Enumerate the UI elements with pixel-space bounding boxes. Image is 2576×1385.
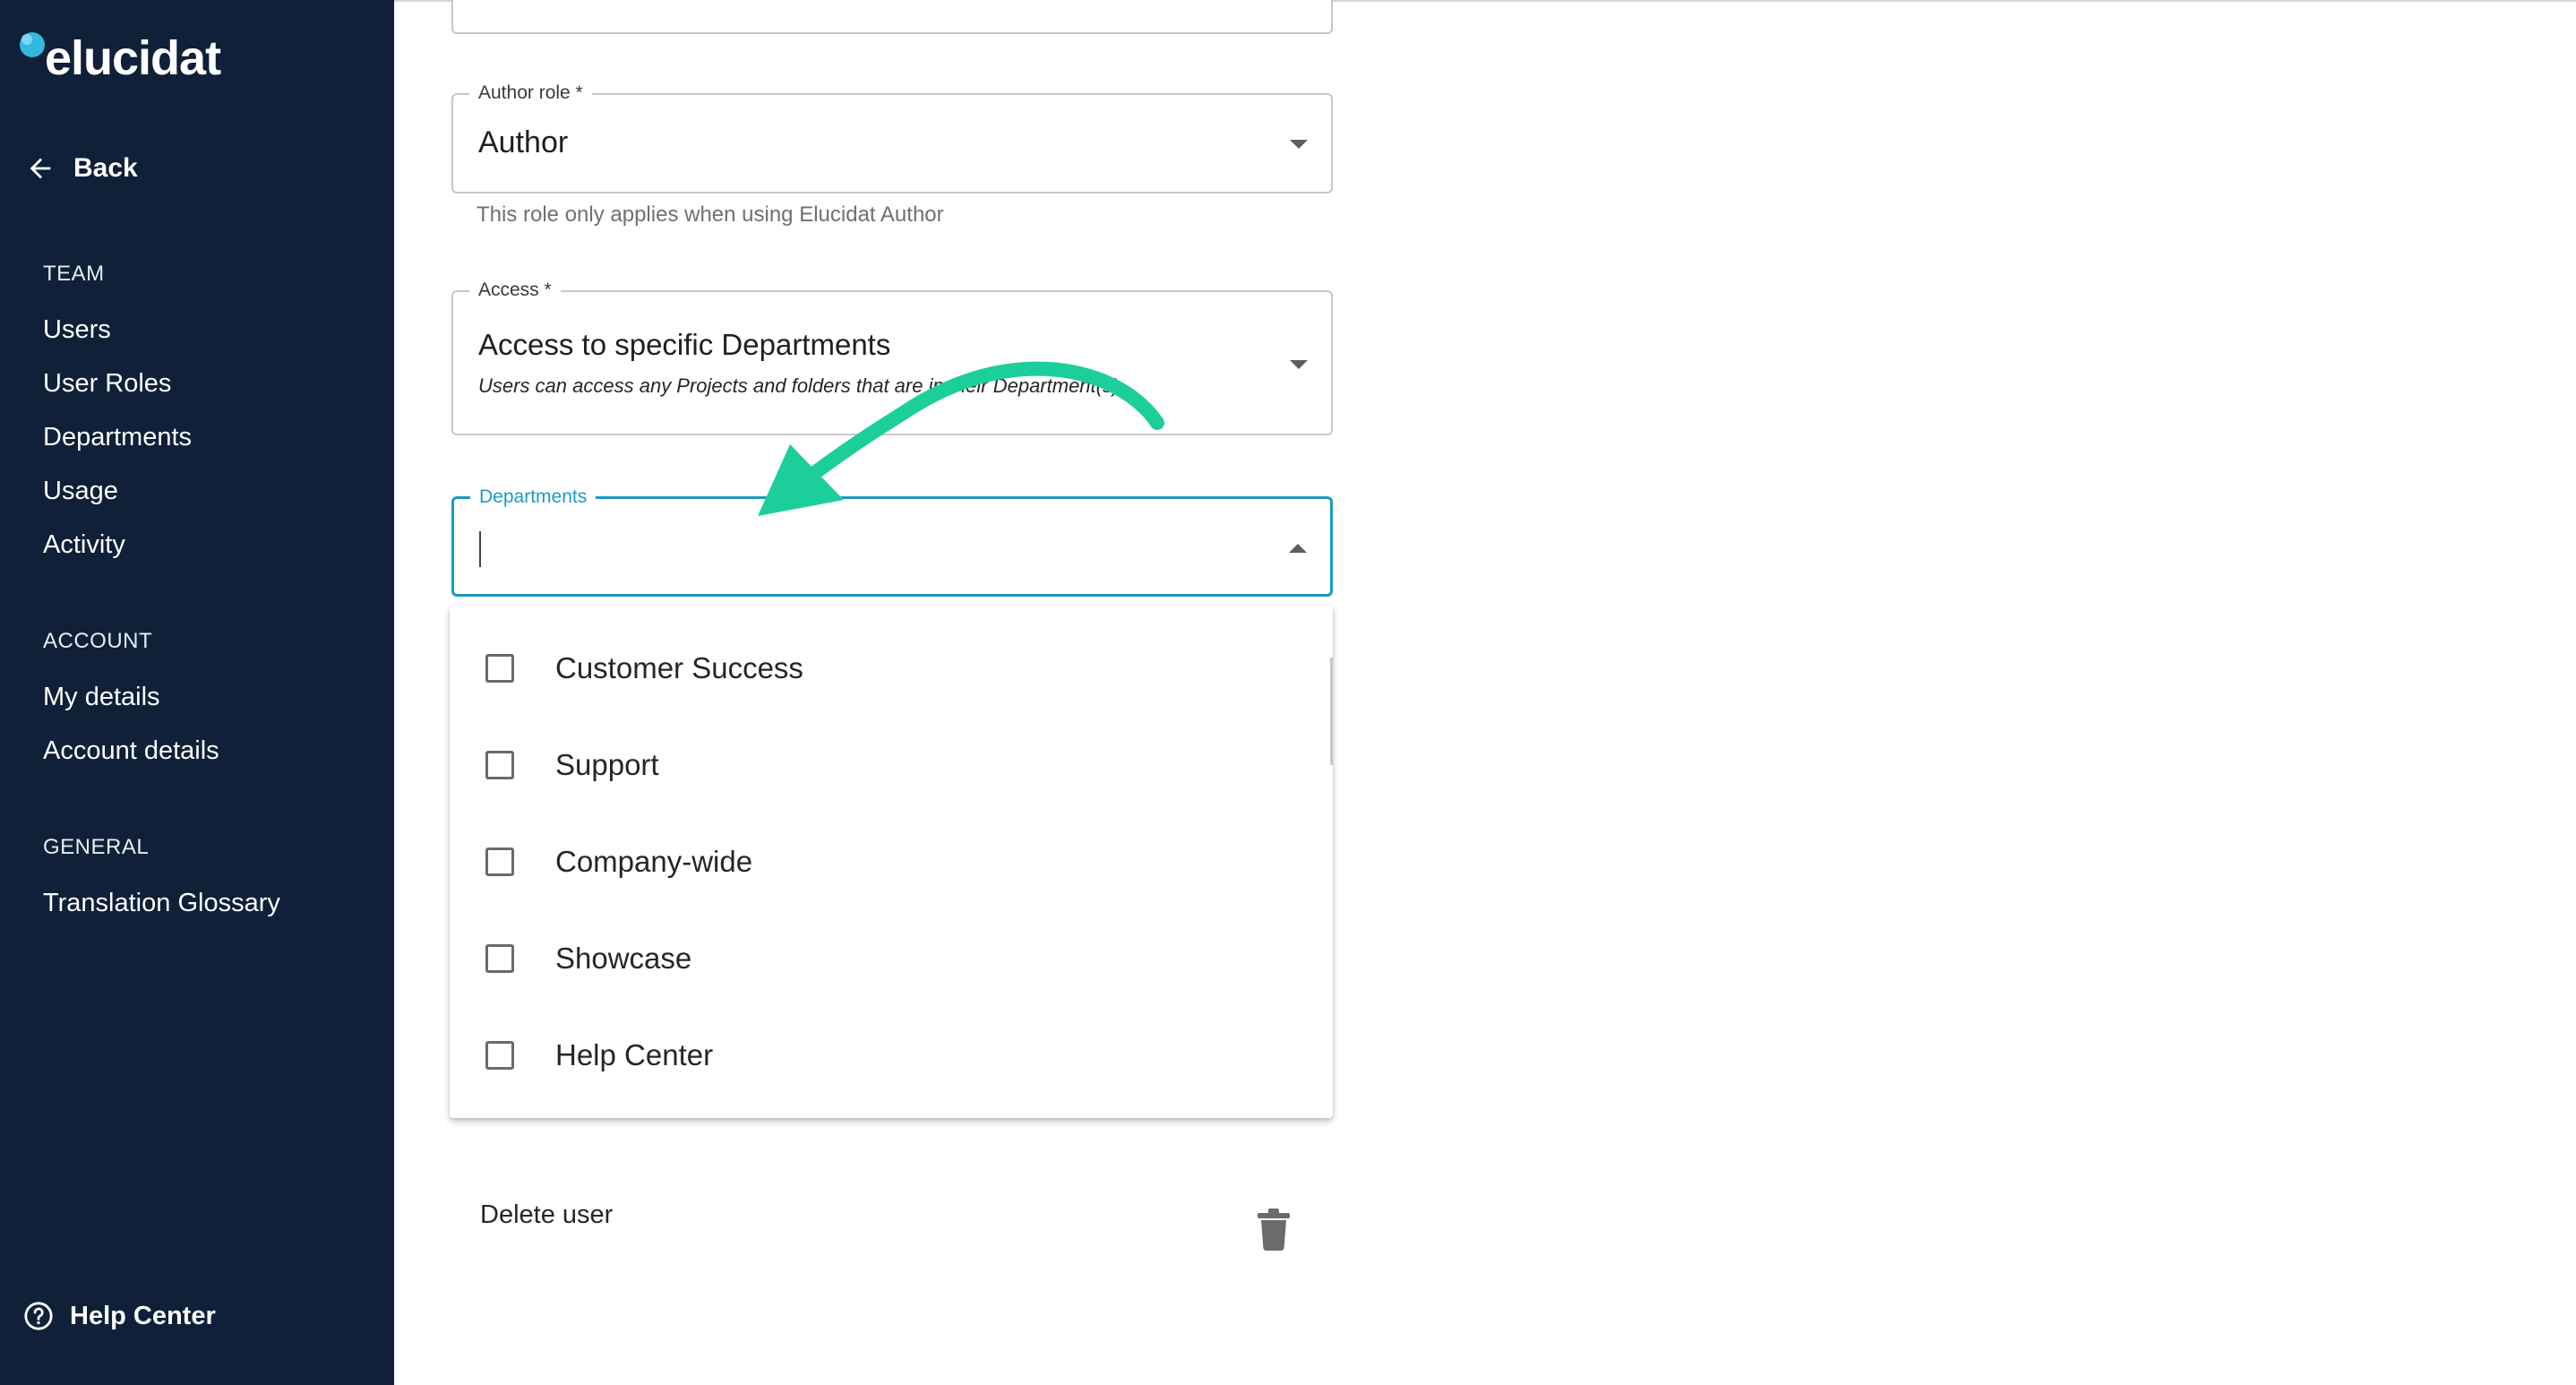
sidebar-item-departments[interactable]: Departments <box>43 423 192 452</box>
sidebar-item-translation-glossary[interactable]: Translation Glossary <box>43 889 280 918</box>
checkbox[interactable] <box>485 847 514 876</box>
departments-options-list: Customer Success Support Company-wide Sh… <box>450 606 1333 1118</box>
delete-user-label: Delete user <box>480 1200 614 1229</box>
department-option-customer-success[interactable]: Customer Success <box>450 624 1333 713</box>
question-circle-icon <box>24 1302 53 1330</box>
author-role-value: Author <box>478 125 569 159</box>
checkbox[interactable] <box>485 751 514 779</box>
checkbox[interactable] <box>485 654 514 683</box>
departments-label: Departments <box>470 486 597 508</box>
nav-section-account: ACCOUNT <box>43 629 153 653</box>
help-center-label: Help Center <box>70 1301 216 1330</box>
sidebar-item-user-roles[interactable]: User Roles <box>43 369 171 399</box>
nav-section-general: GENERAL <box>43 835 150 859</box>
caret-down-icon[interactable] <box>1290 360 1308 369</box>
department-option-company-wide[interactable]: Company-wide <box>450 817 1333 907</box>
back-label: Back <box>73 153 138 183</box>
option-label: Showcase <box>555 942 692 975</box>
departments-input[interactable] <box>479 531 481 567</box>
option-label: Support <box>555 748 659 781</box>
departments-autocomplete[interactable]: Departments <box>451 486 1333 597</box>
brand-name: elucidat <box>45 31 221 85</box>
sidebar-item-usage[interactable]: Usage <box>43 477 118 506</box>
department-option-help-center[interactable]: Help Center <box>450 1011 1333 1100</box>
option-label: Company-wide <box>555 845 753 878</box>
checkbox[interactable] <box>485 1041 514 1070</box>
access-label: Access * <box>469 280 561 301</box>
checkbox[interactable] <box>485 944 514 973</box>
option-label: Customer Success <box>555 651 803 684</box>
nav-section-team: TEAM <box>43 262 105 286</box>
author-role-label: Author role * <box>469 82 592 104</box>
author-role-helper-text: This role only applies when using Elucid… <box>477 202 944 227</box>
trash-icon[interactable] <box>1256 1208 1292 1251</box>
previous-field[interactable] <box>451 0 1333 34</box>
sidebar-item-activity[interactable]: Activity <box>43 530 125 560</box>
department-option-support[interactable]: Support <box>450 720 1333 810</box>
sidebar-item-account-details[interactable]: Account details <box>43 736 219 766</box>
sidebar-item-users[interactable]: Users <box>43 315 111 345</box>
caret-up-icon[interactable] <box>1289 544 1307 553</box>
back-button[interactable]: Back <box>25 151 138 186</box>
access-value: Access to specific Departments <box>478 328 891 361</box>
department-option-showcase[interactable]: Showcase <box>450 914 1333 1003</box>
caret-down-icon[interactable] <box>1290 140 1308 149</box>
arrow-left-icon <box>30 158 51 179</box>
access-description: Users can access any Projects and folder… <box>478 374 1125 397</box>
option-label: Help Center <box>555 1038 714 1071</box>
help-center-button[interactable]: Help Center <box>23 1301 216 1331</box>
sidebar: elucidat Back TEAM Users User Roles Depa… <box>0 0 394 1385</box>
sidebar-item-my-details[interactable]: My details <box>43 683 160 712</box>
author-role-select[interactable]: Author role * Author <box>451 82 1333 194</box>
access-select[interactable]: Access * Access to specific Departments … <box>451 280 1333 435</box>
